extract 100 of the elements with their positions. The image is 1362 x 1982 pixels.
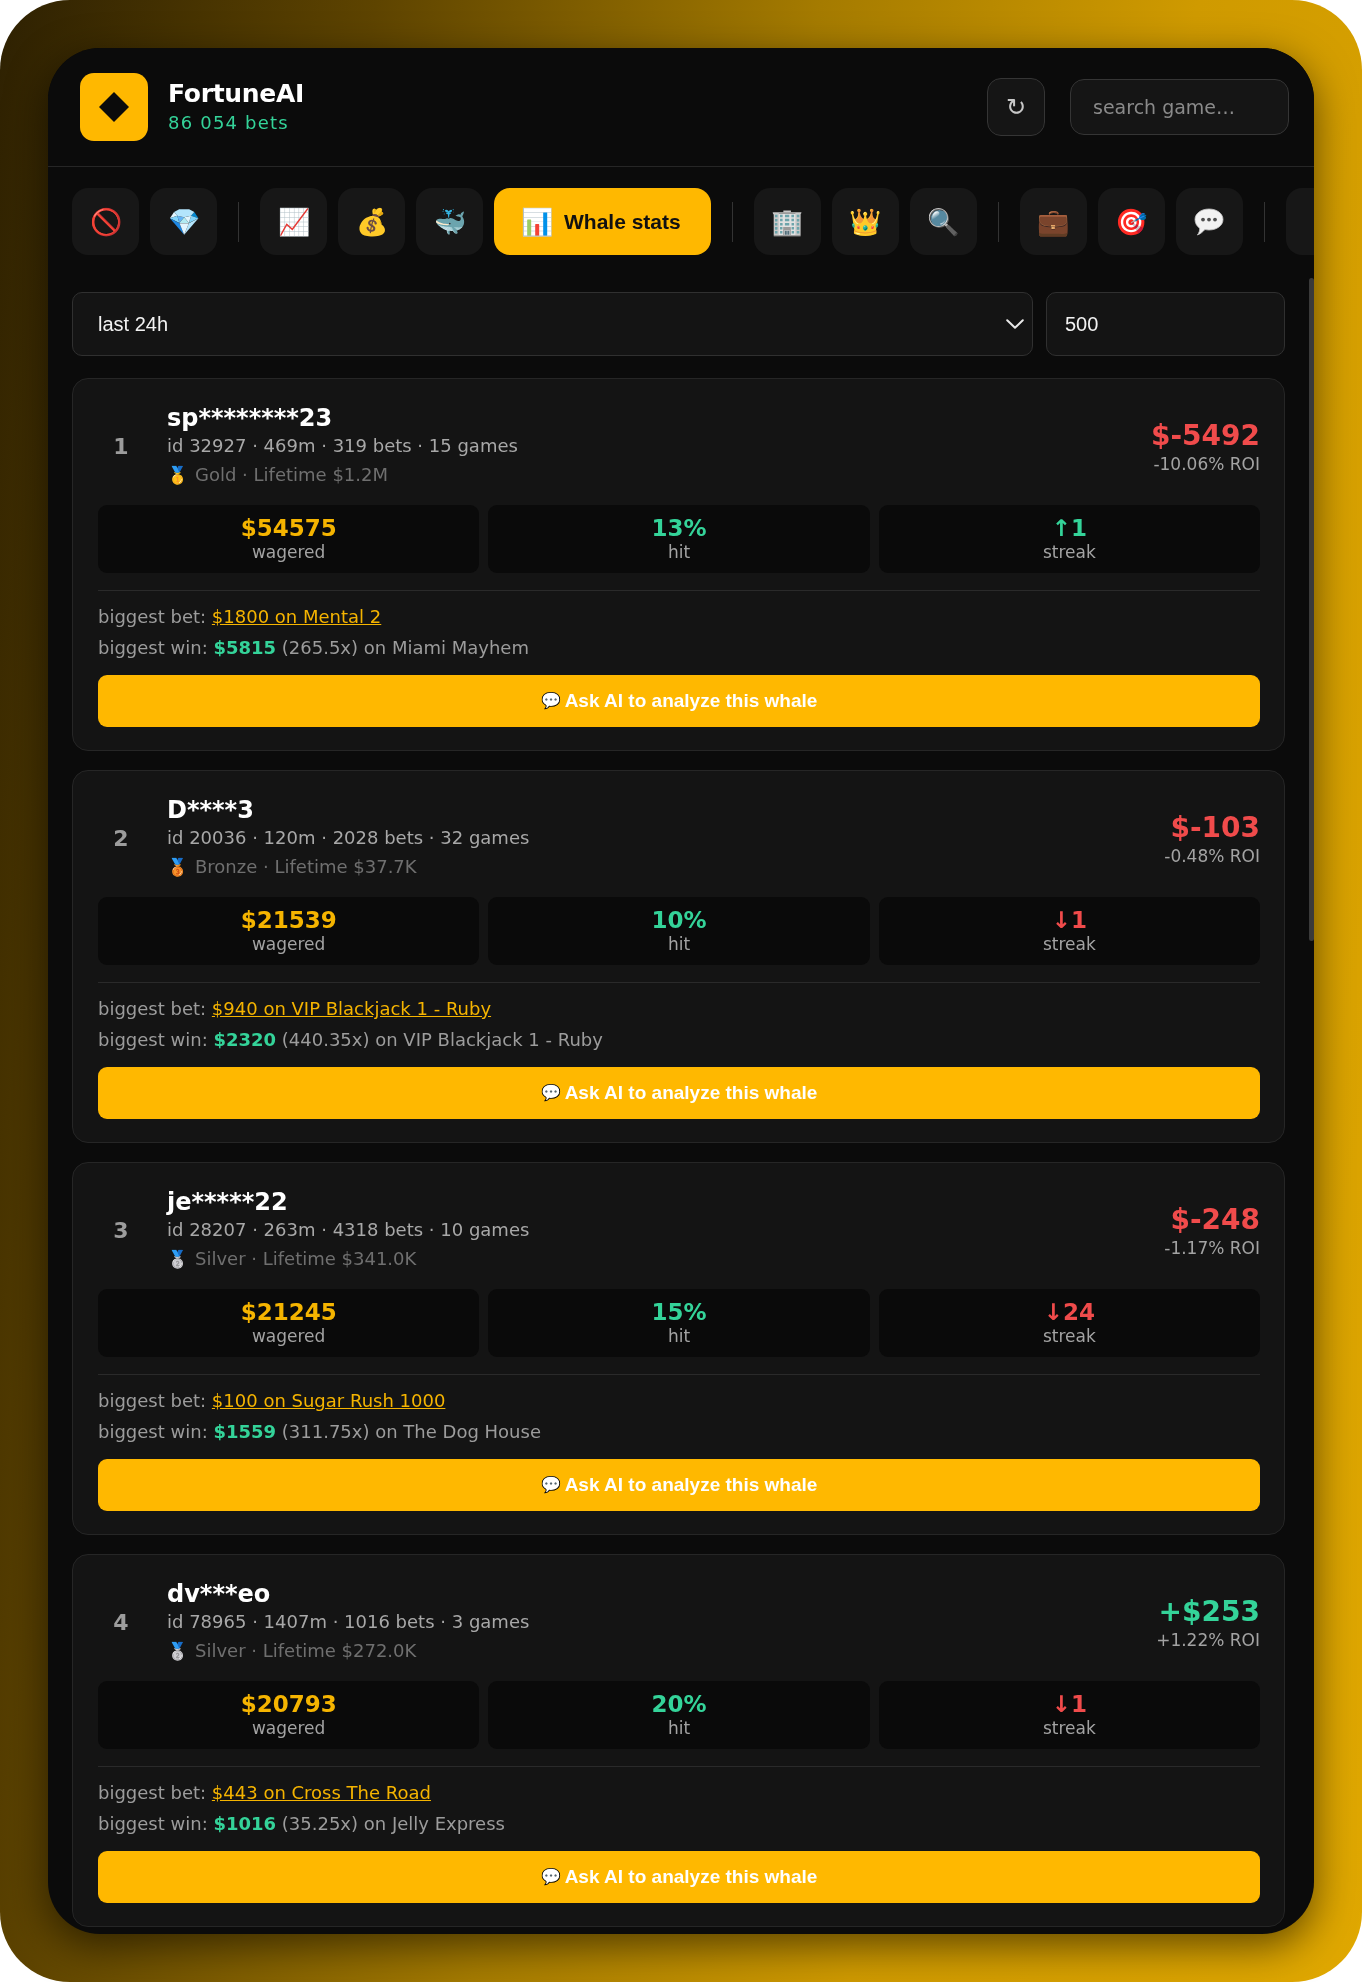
tab-button[interactable]: 🚫: [72, 188, 139, 255]
roi-text: -1.17% ROI: [1164, 1236, 1260, 1259]
biggest-bet-text: biggest bet: $100 on Sugar Rush 1000: [98, 1389, 447, 1413]
stat-value: $54575: [240, 515, 337, 541]
stat-value: 10%: [651, 907, 707, 933]
stat-label: hit: [667, 1325, 691, 1347]
speech-bubble-icon: 💬: [540, 1867, 561, 1887]
stat-label: streak: [1042, 541, 1096, 563]
rank-number: 2: [112, 826, 130, 851]
player-meta: id 28207 · 263m · 4318 bets · 10 games: [167, 1218, 531, 1242]
tier-text: Bronze · Lifetime $37.7K: [195, 855, 417, 879]
chart-increasing-icon: 📈: [277, 206, 310, 237]
player-name: je*****22: [167, 1188, 289, 1216]
biggest-win-text: biggest win: $2320 (440.35x) on VIP Blackjack 1 - Ruby: [98, 1028, 604, 1052]
stat-value: $21245: [240, 1299, 337, 1325]
tab-button[interactable]: 🐳: [416, 188, 483, 255]
player-meta: id 20036 · 120m · 2028 bets · 32 games: [167, 826, 531, 850]
game-link[interactable]: $100 on Sugar Rush 1000: [211, 1390, 446, 1411]
biggest-win-text: biggest win: $5815 (265.5x) on Miami Mayhem: [98, 636, 530, 660]
speech-bubble-icon: 💬: [540, 1475, 561, 1495]
medal-icon: 🥈: [167, 1247, 188, 1270]
office-building-icon: 🏢: [771, 206, 804, 237]
money-bag-icon: 💰: [355, 206, 388, 237]
player-meta: id 32927 · 469m · 319 bets · 15 games: [167, 434, 519, 458]
profit-amount: $-5492: [1150, 418, 1260, 453]
biggest-bet-text: biggest bet: $443 on Cross The Road: [98, 1781, 432, 1805]
medal-icon: 🥉: [167, 855, 188, 878]
game-link[interactable]: $1800 on Mental 2: [211, 606, 382, 627]
roi-text: -10.06% ROI: [1152, 452, 1260, 475]
ask-ai-button[interactable]: 💬 Ask AI to analyze this whale: [98, 1851, 1260, 1903]
player-meta: id 78965 · 1407m · 1016 bets · 3 games: [167, 1610, 531, 1634]
biggest-bet-text: biggest bet: $1800 on Mental 2: [98, 605, 383, 629]
stat-value: $20793: [240, 1691, 337, 1717]
stat-value: ↓24: [1043, 1299, 1095, 1325]
speech-bubble-icon: 💬: [540, 1083, 561, 1103]
limit-field[interactable]: 500: [1046, 292, 1285, 356]
briefcase-icon: 💼: [1037, 206, 1070, 237]
player-name: dv***eo: [167, 1580, 272, 1608]
rank-number: 1: [112, 434, 130, 459]
stat-value: 13%: [651, 515, 707, 541]
search-icon: 🔍: [927, 206, 960, 237]
stat-label: streak: [1042, 1717, 1096, 1739]
stat-label: wagered: [251, 541, 326, 563]
player-name: D****3: [167, 796, 255, 824]
roi-text: -0.48% ROI: [1164, 844, 1260, 867]
stat-label: hit: [667, 541, 691, 563]
biggest-win-text: biggest win: $1559 (311.75x) on The Dog House: [98, 1420, 542, 1444]
stat-value: 20%: [651, 1691, 707, 1717]
whale-icon: 🐳: [433, 206, 466, 237]
tab-button[interactable]: 🎯: [1097, 188, 1165, 255]
tier-text: Silver · Lifetime $341.0K: [195, 1247, 417, 1271]
roi-text: +1.22% ROI: [1156, 1628, 1260, 1651]
profit-amount: $-248: [1169, 1202, 1260, 1237]
medal-icon: 🥈: [167, 1639, 188, 1662]
game-link[interactable]: $443 on Cross The Road: [211, 1782, 431, 1803]
speech-bubble-icon: [1194, 207, 1225, 236]
tab-button[interactable]: 📊 Whale stats: [494, 188, 711, 255]
refresh-button[interactable]: ↻: [987, 78, 1045, 136]
stat-value: ↓1: [1051, 907, 1087, 933]
tab-button[interactable]: 🏢: [753, 188, 821, 255]
chevron-down-icon: [1006, 319, 1024, 329]
stat-value: 15%: [651, 1299, 707, 1325]
app-title: FortuneAI: [168, 78, 305, 110]
tab-button[interactable]: 👑: [831, 188, 899, 255]
tab-button[interactable]: 📈: [260, 188, 327, 255]
stat-label: wagered: [251, 933, 326, 955]
medal-icon: 🥇: [167, 463, 188, 486]
stat-label: wagered: [251, 1717, 326, 1739]
tab-button[interactable]: [1175, 188, 1243, 255]
stat-label: streak: [1042, 933, 1096, 955]
search-field[interactable]: search game…: [1070, 79, 1289, 135]
prohibited-icon: 🚫: [89, 206, 122, 237]
tab-button[interactable]: 🔍: [909, 188, 977, 255]
diamond-logo-icon: [80, 73, 148, 141]
gem-icon: 💎: [167, 206, 200, 237]
stat-value: ↑1: [1051, 515, 1087, 541]
tier-text: Silver · Lifetime $272.0K: [195, 1639, 417, 1663]
stat-value: $21539: [240, 907, 337, 933]
rank-number: 3: [112, 1218, 130, 1243]
stat-label: hit: [667, 1717, 691, 1739]
tab-button[interactable]: 💎: [150, 188, 217, 255]
stat-label: wagered: [251, 1325, 326, 1347]
game-link[interactable]: $940 on VIP Blackjack 1 - Ruby: [211, 998, 492, 1019]
bet-count: 86 054 bets: [168, 111, 290, 135]
rank-number: 4: [112, 1610, 130, 1635]
ask-ai-button[interactable]: 💬 Ask AI to analyze this whale: [98, 1067, 1260, 1119]
stat-label: hit: [667, 933, 691, 955]
stat-label: streak: [1042, 1325, 1096, 1347]
biggest-bet-text: biggest bet: $940 on VIP Blackjack 1 - Ruby: [98, 997, 493, 1021]
crown-icon: 👑: [849, 206, 882, 237]
scrollbar-thumb[interactable]: [1309, 278, 1314, 941]
ask-ai-button[interactable]: 💬 Ask AI to analyze this whale: [98, 1459, 1260, 1511]
period-select[interactable]: last 24h: [72, 292, 1033, 356]
biggest-win-text: biggest win: $1016 (35.25x) on Jelly Express: [98, 1812, 506, 1836]
bar-chart-icon: 📊: [521, 206, 553, 237]
speech-bubble-icon: 💬: [540, 691, 561, 711]
player-name: sp********23: [167, 404, 334, 432]
ask-ai-button[interactable]: 💬 Ask AI to analyze this whale: [98, 675, 1260, 727]
tab-button[interactable]: 💰: [338, 188, 405, 255]
tier-text: Gold · Lifetime $1.2M: [195, 463, 388, 487]
